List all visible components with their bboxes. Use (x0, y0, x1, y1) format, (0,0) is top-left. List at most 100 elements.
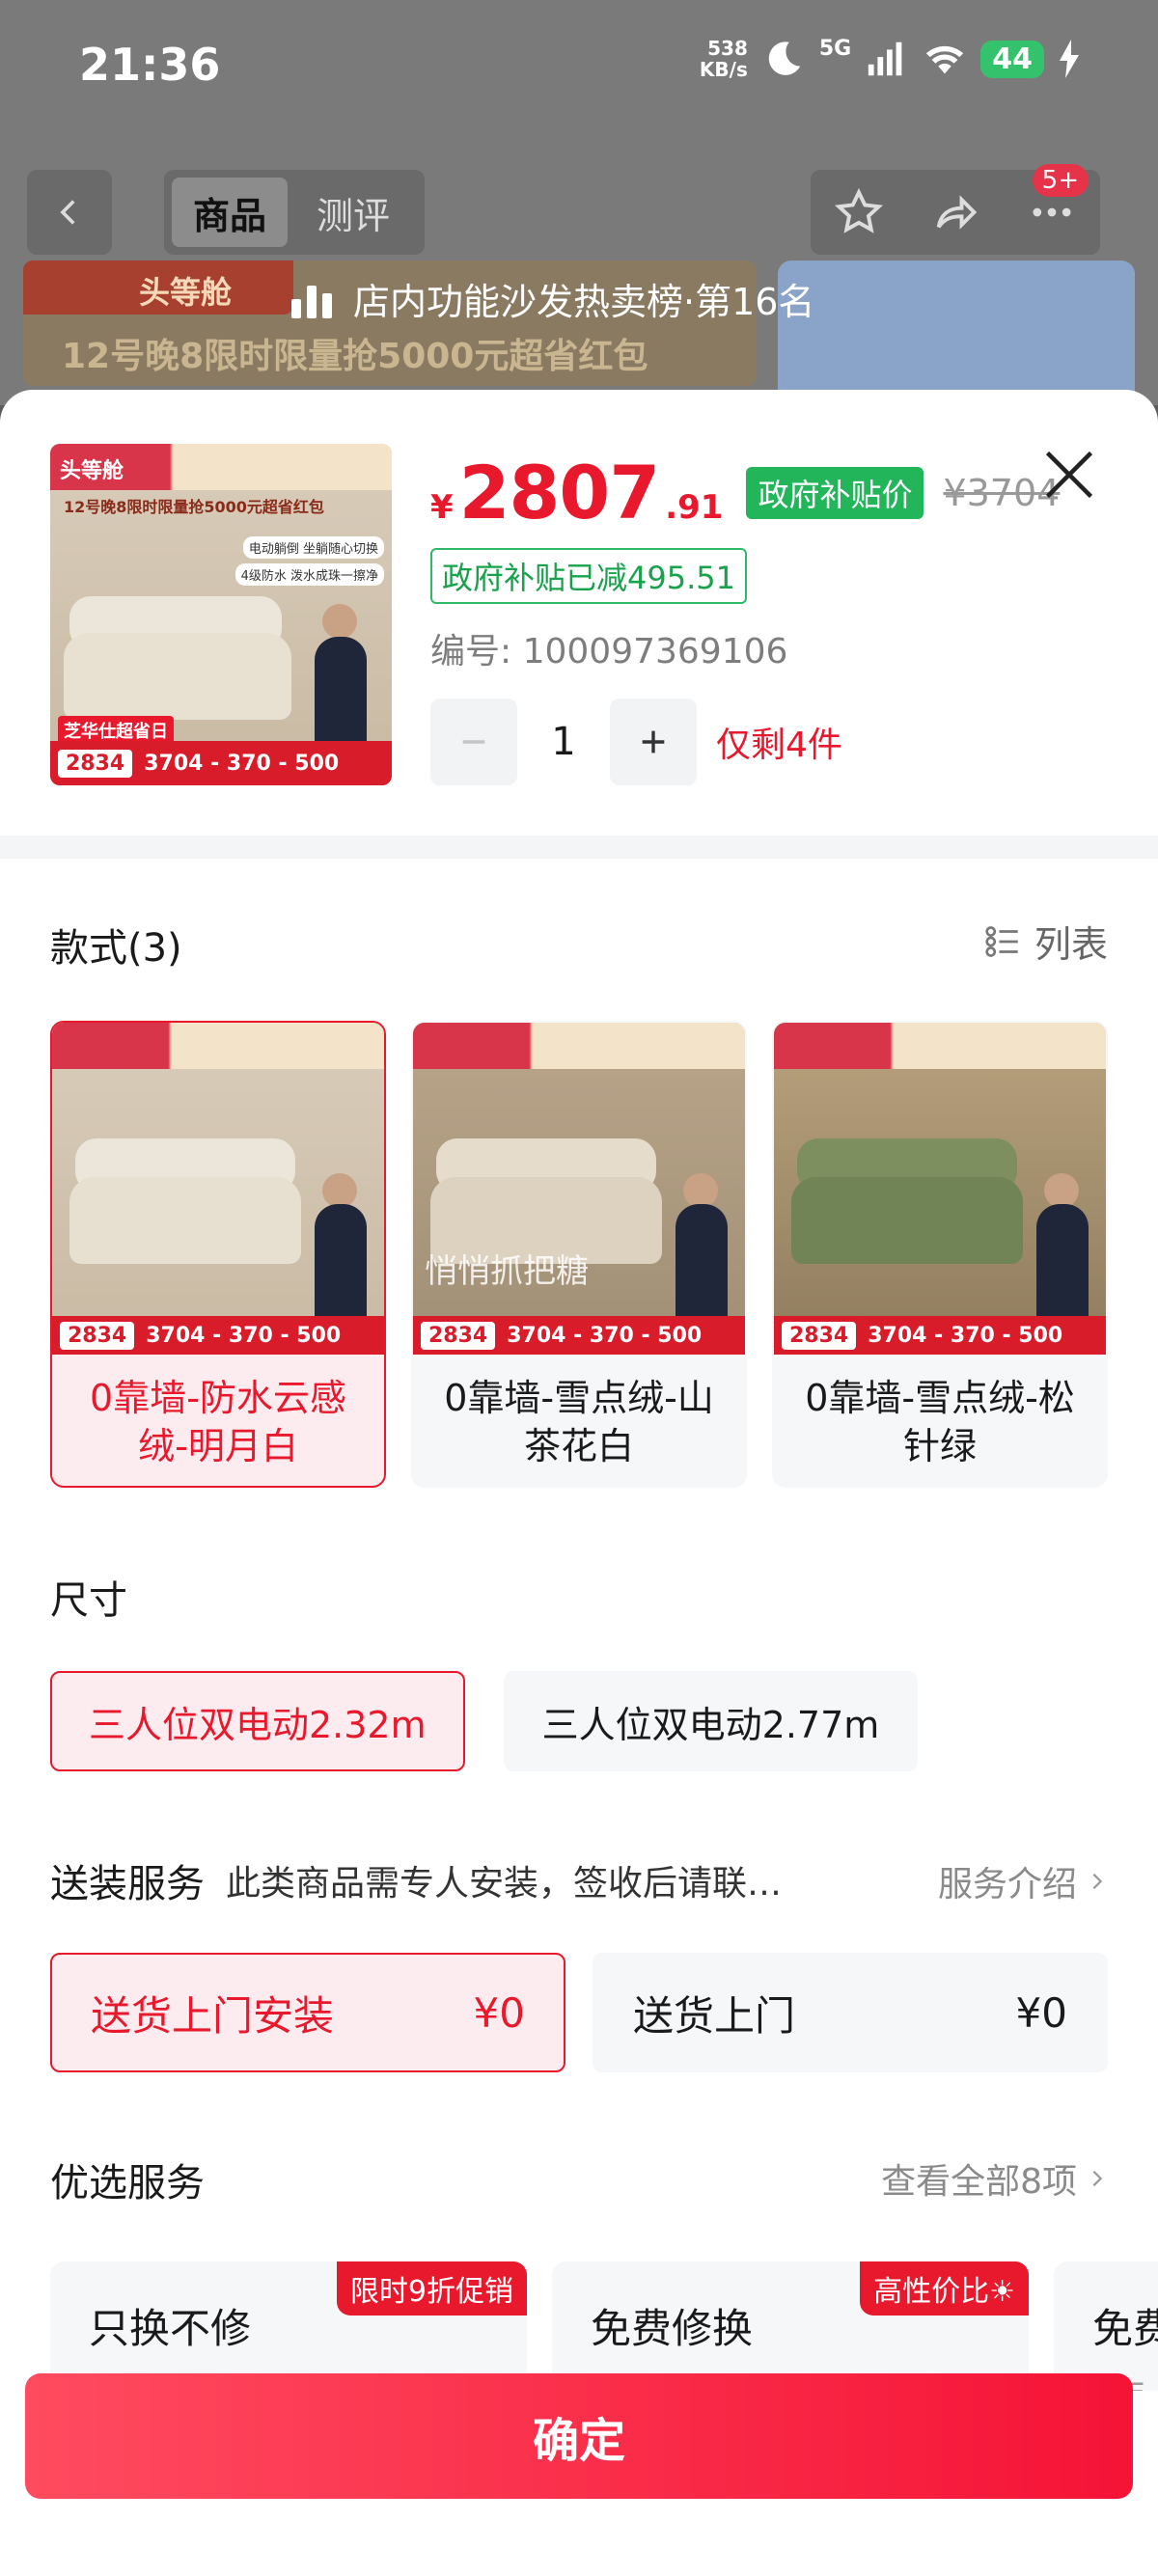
banner-promo: 12号晚8限时限量抢5000元超省红包 (62, 337, 648, 376)
tab-review[interactable]: 测评 (295, 178, 411, 247)
watermark-text: 悄悄抓把糖 (425, 1252, 589, 1291)
style-title: 款式(3) (50, 926, 182, 971)
increase-button[interactable] (610, 699, 697, 785)
sku-number: 编号: 100097369106 (430, 632, 788, 671)
banner-brand: 头等舱 (139, 274, 233, 311)
view-all-services-link[interactable]: 查看全部8项 (881, 2153, 1108, 2204)
thumb-strip-price: 2834 (58, 749, 133, 778)
delivery-option-door[interactable]: 送货上门 ¥0 (593, 1953, 1108, 2072)
page-tabs: 商品 测评 (164, 170, 425, 255)
chevron-right-icon (1092, 1873, 1103, 1890)
thumb-sofa (64, 633, 291, 720)
bar-chart-icon (291, 285, 332, 318)
status-icons: 538 KB/s 5G 44 (700, 37, 1081, 81)
service-intro-label: 服务介绍 (937, 1865, 1077, 1905)
price-symbol: ¥ (430, 488, 454, 527)
list-icon (985, 925, 1018, 957)
back-button[interactable] (27, 170, 112, 255)
style-2-top-band (413, 1023, 745, 1069)
subsidy-badge: 政府补贴已减495.51 (430, 548, 747, 604)
size-option-1[interactable]: 三人位双电动2.32m (50, 1671, 465, 1771)
size-title: 尺寸 (50, 1578, 127, 1623)
tab-product[interactable]: 商品 (172, 178, 289, 247)
share-icon[interactable] (930, 187, 980, 237)
optional-service-card-2[interactable]: 高性价比☀ 免费修换 6年免费修换 (552, 2261, 1029, 2391)
signal-icon (868, 41, 902, 76)
quantity-value[interactable]: 1 (517, 720, 610, 764)
style-option-3[interactable]: 2834 3704 - 370 - 500 0靠墙-雪点绒-松针绿 (772, 1021, 1108, 1488)
service-intro-link[interactable]: 服务介绍 (938, 1856, 1108, 1906)
style-1-strip-calc: 3704 - 370 - 500 (146, 1323, 342, 1348)
sku-sheet: 头等舱 12号晚8限时限量抢5000元超省红包 电动躺倒 坐躺随心切换 4级防水… (0, 390, 1158, 2576)
thumb-strip-calc: 3704 - 370 - 500 (144, 751, 340, 776)
close-icon[interactable] (1040, 446, 1098, 504)
thumb-brand: 头等舱 (60, 459, 124, 483)
home-indicator-area (0, 2522, 1158, 2576)
minus-icon (462, 740, 485, 744)
net-speed: 538 KB/s (700, 38, 748, 80)
section-divider (0, 836, 1158, 859)
rank-text: 店内功能沙发热卖榜·第16名 (353, 281, 815, 323)
confirm-button[interactable]: 确定 (25, 2373, 1133, 2499)
thumb-promo: 12号晚8限时限量抢5000元超省红包 (64, 498, 324, 516)
optional-service-card-3[interactable]: 免费 6年 (1054, 2261, 1158, 2391)
price-row: ¥ 2807 .91 政府补贴价 ¥3704 (430, 450, 1060, 535)
delivery-option-2-price: ¥0 (1015, 1988, 1067, 2037)
size-option-2[interactable]: 三人位双电动2.77m (503, 1671, 919, 1771)
thumb-person-head (322, 604, 357, 639)
delivery-desc: 此类商品需专人安装，签收后请联… (226, 1864, 783, 1904)
thumb-feature-1: 电动躺倒 坐躺随心切换 (242, 536, 384, 559)
delivery-title: 送装服务 (50, 1862, 205, 1906)
cart-badge: 5+ (1032, 164, 1089, 197)
style-3-top-band (774, 1023, 1106, 1069)
optional-service-list: 限时9折促销 只换不修 7年免费换新 高性价比☀ 免费修换 6年免费修换 免费 … (50, 2261, 1158, 2391)
style-1-person (315, 1204, 367, 1329)
optional-service-section: 优选服务 查看全部8项 限时9折促销 只换不修 7年免费换新 高性价比☀ 免费修… (0, 2072, 1158, 2391)
net-speed-value: 538 (707, 37, 748, 60)
style-3-sofa (791, 1177, 1023, 1264)
rank-pill[interactable]: 店内功能沙发热卖榜·第16名 (290, 272, 814, 325)
decrease-button[interactable] (430, 699, 517, 785)
delivery-section: 送装服务 此类商品需专人安装，签收后请联… 服务介绍 送货上门安装 ¥0 送货上… (0, 1771, 1158, 2072)
net-speed-unit: KB/s (699, 58, 748, 81)
optional-service-card-1[interactable]: 限时9折促销 只换不修 7年免费换新 (50, 2261, 527, 2391)
delivery-options: 送货上门安装 ¥0 送货上门 ¥0 (50, 1953, 1108, 2072)
star-icon[interactable] (834, 187, 884, 237)
optional-badge-1: 限时9折促销 (336, 2261, 527, 2316)
style-3-person-head (1044, 1173, 1079, 1208)
chevron-right-icon (1092, 2170, 1103, 2187)
style-option-1[interactable]: 2834 3704 - 370 - 500 0靠墙-防水云感绒-明月白 (50, 1021, 386, 1488)
style-2-price-strip: 2834 3704 - 370 - 500 (413, 1316, 745, 1355)
status-time: 21:36 (79, 39, 221, 91)
background-side-card (778, 260, 1135, 405)
style-1-sofa (69, 1177, 301, 1264)
delivery-option-1-price: ¥0 (473, 1988, 525, 2037)
network-type: 5G (818, 37, 852, 61)
delivery-option-install[interactable]: 送货上门安装 ¥0 (50, 1953, 565, 2072)
style-option-2[interactable]: 悄悄抓把糖 2834 3704 - 370 - 500 0靠墙-雪点绒-山茶花白 (411, 1021, 747, 1488)
background-page: 21:36 538 KB/s 5G 44 商品 测评 5+ 头等舱 12号晚8限… (0, 0, 1158, 405)
charging-icon (1060, 40, 1079, 78)
style-label-2: 0靠墙-雪点绒-山茶花白 (444, 1377, 714, 1467)
gov-subsidy-tag: 政府补贴价 (746, 466, 924, 519)
style-2-strip-price: 2834 (421, 1321, 496, 1350)
thumb-price-strip: 2834 3704 - 370 - 500 (50, 741, 392, 785)
product-thumbnail[interactable]: 头等舱 12号晚8限时限量抢5000元超省红包 电动躺倒 坐躺随心切换 4级防水… (50, 444, 392, 785)
list-toggle-label: 列表 (1034, 923, 1108, 966)
style-label-1: 0靠墙-防水云感绒-明月白 (90, 1377, 346, 1467)
style-2-person (676, 1204, 728, 1329)
thumb-feature-2: 4级防水 泼水成珠一擦净 (234, 563, 384, 586)
optional-title-3: 免费 (1092, 2305, 1158, 2352)
style-3-person (1036, 1204, 1089, 1329)
page-nav: 商品 测评 5+ (0, 164, 1158, 257)
view-all-label: 查看全部8项 (881, 2162, 1077, 2202)
style-2-person-head (683, 1173, 718, 1208)
style-options: 2834 3704 - 370 - 500 0靠墙-防水云感绒-明月白 悄悄抓把… (50, 1021, 1108, 1488)
list-view-toggle[interactable]: 列表 (982, 915, 1108, 968)
style-1-price-strip: 2834 3704 - 370 - 500 (52, 1316, 384, 1355)
battery-level: 44 (980, 40, 1044, 78)
style-section: 款式(3) 列表 2834 3704 - 370 - 500 0靠墙-防水云感绒… (0, 859, 1158, 1488)
style-3-strip-calc: 3704 - 370 - 500 (868, 1323, 1063, 1348)
delivery-option-1-label: 送货上门安装 (91, 1991, 335, 2040)
size-section: 尺寸 三人位双电动2.32m 三人位双电动2.77m (0, 1488, 1158, 1771)
